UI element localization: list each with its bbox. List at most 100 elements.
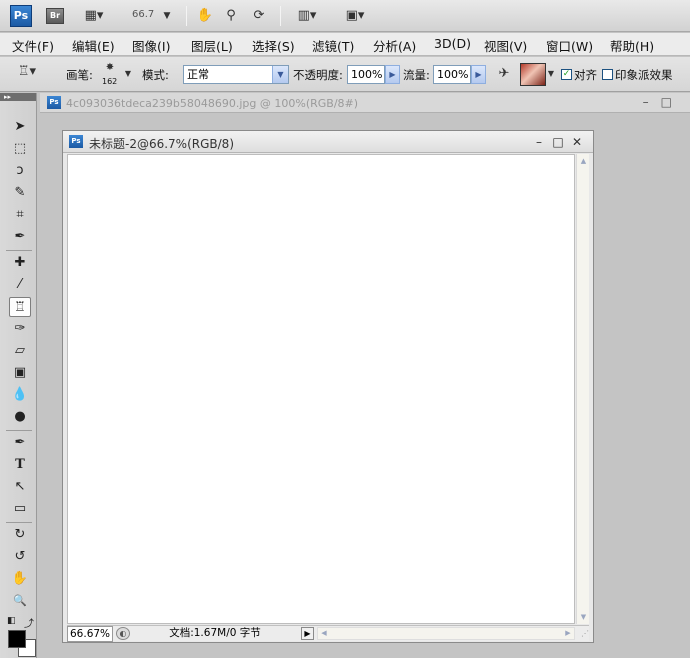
document-title-bar[interactable]: Ps 未标题-2@66.7%(RGB/8) – □ ✕ [63,131,593,153]
swap-colors-icon[interactable]: ⤴ [24,615,34,630]
opacity-label: 不透明度: [293,68,343,82]
history-brush-tool-icon[interactable]: ✑ [9,319,31,339]
clone-source-dropdown[interactable]: ▼ [546,65,556,83]
opacity-field[interactable]: 100% [347,65,385,84]
hand-tool-icon[interactable]: ✋ [9,569,31,589]
horizontal-scrollbar[interactable]: ◀ ▶ [317,627,575,640]
vertical-scrollbar[interactable]: ▲ ▼ [576,154,589,624]
aligned-checkbox[interactable]: ✓ [561,69,572,80]
hand-icon[interactable]: ✋ [196,7,214,25]
application-bar: Ps Br ▦▾ 66.7 ▼ ✋ ⚲ ⟳ ▥▾ ▣▾ [0,0,690,32]
menu-image[interactable]: 图像(I) [132,36,170,55]
background-document-title: 4c093036tdeca239b58048690.jpg @ 100%(RGB… [66,97,359,110]
zoom-level-value[interactable]: 66.7 [132,9,154,20]
flow-slider-button[interactable]: ▶ [471,65,486,84]
rotate-view-icon[interactable]: ⟳ [250,7,268,25]
blur-tool-icon[interactable]: 💧 [9,385,31,405]
zoom-icon[interactable]: ⚲ [222,7,240,25]
maximize-icon[interactable]: □ [550,134,566,150]
menu-edit[interactable]: 编辑(E) [72,36,115,55]
menu-window[interactable]: 窗口(W) [546,36,593,55]
opacity-slider-button[interactable]: ▶ [385,65,400,84]
status-menu-arrow-icon[interactable]: ▶ [301,627,314,640]
appbar-divider [186,6,187,26]
quick-selection-tool-icon[interactable]: ✎ [9,183,31,203]
mode-label: 模式: [142,68,169,82]
ps-document-icon: Ps [47,96,61,109]
aligned-label: 对齐 [574,68,597,82]
3d-rotate-tool-icon[interactable]: ↻ [9,525,31,545]
brush-preview-icon[interactable]: ✸ [100,59,120,77]
tools-panel-collapse-bar[interactable]: ▸▸ [0,93,36,101]
photoshop-logo[interactable]: Ps [10,5,32,27]
status-info-icon[interactable]: ◐ [116,627,130,640]
menu-layer[interactable]: 图层(L) [191,36,233,55]
screen-mode-icon[interactable]: ▣▾ [338,7,372,25]
document-status-bar: 66.67% ◐ 文档:1.67M/0 字节 ▶ ◀ ▶ ⋰ [67,625,589,642]
move-tool-icon[interactable]: ➤ [9,117,31,137]
brush-tool-icon[interactable]: ⁄ [9,275,31,295]
shape-tool-icon[interactable]: ▭ [9,499,31,519]
view-extras-icon[interactable]: ▦▾ [80,7,108,25]
3d-orbit-tool-icon[interactable]: ↺ [9,547,31,567]
dodge-tool-icon[interactable]: ● [9,407,31,427]
brush-picker-dropdown[interactable]: ▼ [122,65,134,83]
menu-help[interactable]: 帮助(H) [610,36,654,55]
gradient-tool-icon[interactable]: ▣ [9,363,31,383]
menu-filter[interactable]: 滤镜(T) [312,36,354,55]
document-title: 未标题-2@66.7%(RGB/8) [89,137,234,151]
menu-bar: 文件(F) 编辑(E) 图像(I) 图层(L) 选择(S) 滤镜(T) 分析(A… [0,33,690,56]
tools-panel: ▸▸ ➤ ⬚ ↄ ✎ ⌗ ✒ ✚ ⁄ ♖ ✑ ▱ ▣ 💧 ● ✒ T ↖ ▭ ↻… [0,93,37,658]
impressionist-checkbox[interactable] [602,69,613,80]
scroll-left-icon[interactable]: ◀ [318,628,330,639]
zoom-percentage-field[interactable]: 66.67% [67,626,113,642]
resize-grip-icon[interactable]: ⋰ [578,628,589,639]
scroll-down-icon[interactable]: ▼ [577,610,590,624]
menu-select[interactable]: 选择(S) [252,36,295,55]
tool-preset-picker-icon[interactable]: ♖▾ [12,63,42,81]
lasso-tool-icon[interactable]: ↄ [9,161,31,181]
eyedropper-tool-icon[interactable]: ✒ [9,227,31,247]
menu-file[interactable]: 文件(F) [12,36,54,55]
menu-view[interactable]: 视图(V) [484,36,527,55]
flow-label: 流量: [403,68,430,82]
ps-document-icon: Ps [69,135,83,148]
appbar-divider [280,6,281,26]
background-document-controls[interactable]: –□ [643,95,684,109]
bridge-launch-button[interactable]: Br [46,8,64,24]
scroll-up-icon[interactable]: ▲ [577,154,590,168]
foreground-color-swatch[interactable] [8,630,26,648]
menu-3d[interactable]: 3D(D) [434,36,471,51]
brush-size-value: 162 [102,77,118,86]
mode-select[interactable]: 正常 ▼ [183,65,289,84]
document-window: Ps 未标题-2@66.7%(RGB/8) – □ ✕ ▲ ▼ 66.67% ◐… [62,130,594,643]
pen-tool-icon[interactable]: ✒ [9,433,31,453]
document-canvas[interactable] [67,154,575,624]
minimize-icon[interactable]: – [531,134,547,150]
chevron-down-icon[interactable]: ▼ [272,66,288,83]
tools-divider [6,430,32,431]
tools-divider [6,522,32,523]
clone-stamp-tool-icon[interactable]: ♖ [9,297,31,317]
zoom-level-dropdown[interactable]: ▼ [160,7,174,25]
zoom-tool-icon[interactable]: 🔍 [9,591,31,611]
scroll-right-icon[interactable]: ▶ [562,628,574,639]
airbrush-icon[interactable]: ✈ [494,65,514,83]
flow-field[interactable]: 100% [433,65,471,84]
default-colors-icon[interactable]: ◧ [7,616,16,626]
clone-source-thumbnail[interactable] [520,63,546,86]
brush-label: 画笔: [66,68,93,82]
menu-analysis[interactable]: 分析(A) [373,36,416,55]
mode-select-value: 正常 [187,68,209,81]
arrange-documents-icon[interactable]: ▥▾ [290,7,324,25]
healing-brush-tool-icon[interactable]: ✚ [9,253,31,273]
tools-divider [6,250,32,251]
crop-tool-icon[interactable]: ⌗ [9,205,31,225]
type-tool-icon[interactable]: T [9,455,31,475]
close-icon[interactable]: ✕ [569,134,585,150]
marquee-tool-icon[interactable]: ⬚ [9,139,31,159]
document-size-info: 文档:1.67M/0 字节 [169,627,261,639]
background-document-window[interactable]: Ps 4c093036tdeca239b58048690.jpg @ 100%(… [40,93,690,113]
path-selection-tool-icon[interactable]: ↖ [9,477,31,497]
eraser-tool-icon[interactable]: ▱ [9,341,31,361]
